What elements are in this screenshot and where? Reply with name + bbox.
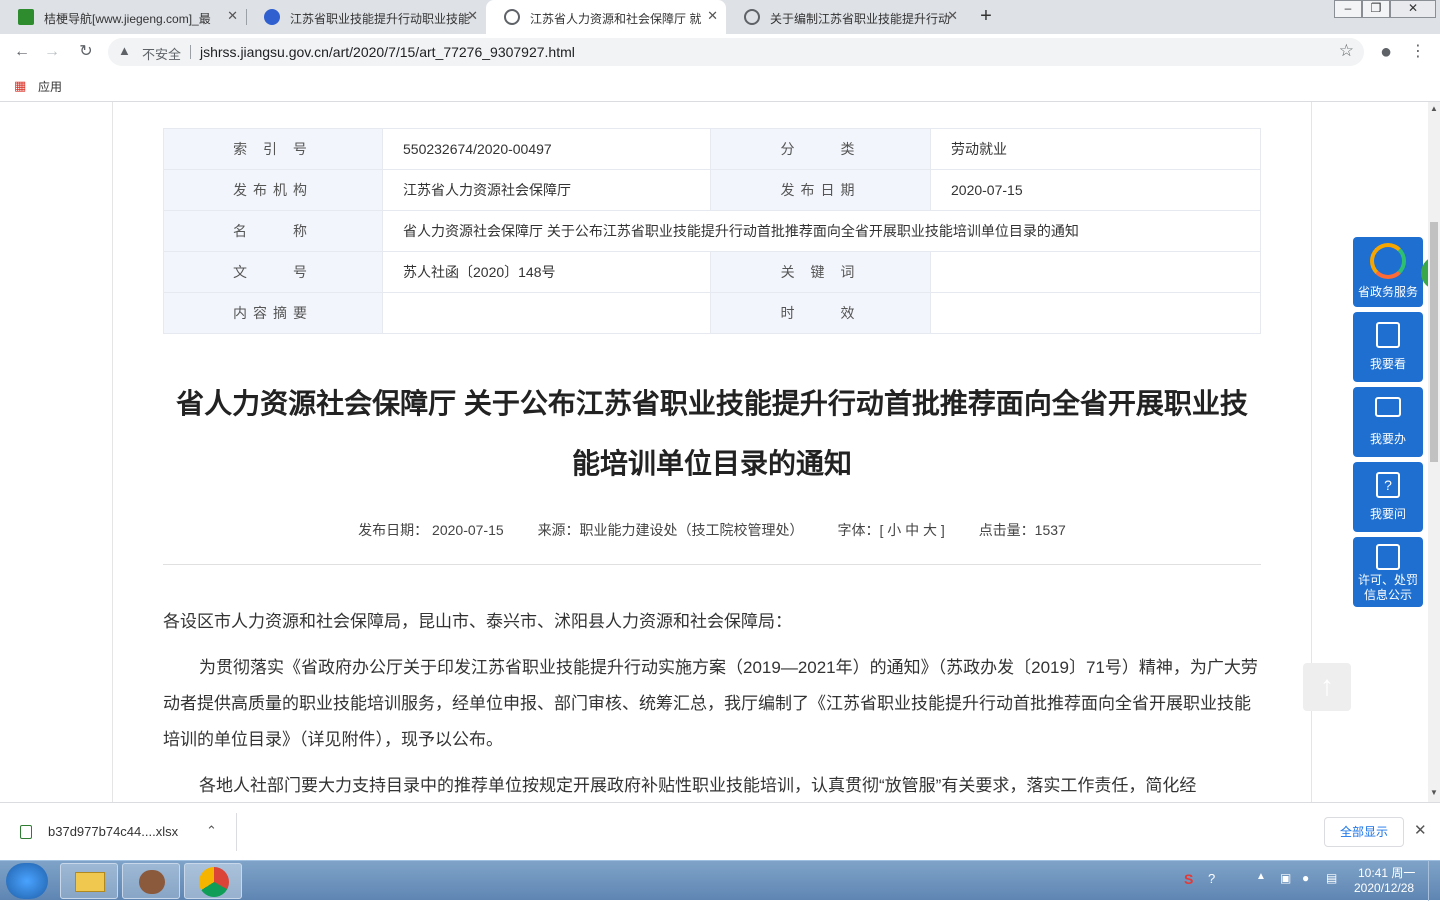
paw-favicon-icon [264,9,280,25]
minimize-button[interactable]: – [1334,0,1362,18]
address-bar[interactable]: ▲ 不安全 jshrss.jiangsu.gov.cn/art/2020/7/1… [108,38,1364,66]
folder-icon [75,872,105,892]
clock-time[interactable]: 10:41 周一 [1358,864,1415,881]
bookmark-star-icon[interactable]: ☆ [1339,41,1354,61]
warning-icon: ▲ [118,43,131,58]
insecure-label: 不安全 [142,47,182,62]
tab-jiegeng[interactable]: 桔梗导航[www.jiegeng.com]_最 ✕ [0,0,246,34]
chrome-taskbar-button[interactable] [184,863,242,899]
qq-icon[interactable]: ● [1302,871,1309,885]
chevron-up-icon[interactable]: ⌃ [206,823,217,839]
close-tab-icon[interactable]: ✕ [467,8,478,24]
license-disclosure-button[interactable]: 许可、处罚信息公示 [1353,537,1423,607]
new-tab-button[interactable]: + [972,4,1000,30]
paragraph-1: 为贯彻落实《省政府办公厅关于印发江苏省职业技能提升行动实施方案（2019—202… [163,658,1258,749]
tab-strip: 桔梗导航[www.jiegeng.com]_最 ✕ 江苏省职业技能提升行动职业技… [0,0,1440,34]
view-button[interactable]: 我要看 [1353,312,1423,382]
show-all-button[interactable]: 全部显示 [1324,817,1404,847]
article-info: 发布日期： 2020-07-15 来源：职业能力建设处（技工院校管理处） 字体：… [163,520,1261,540]
chrome-icon [199,867,229,897]
reload-button[interactable]: ↻ [74,40,98,64]
excel-file-icon [20,825,32,839]
show-desktop-button[interactable] [1428,861,1440,901]
help-icon[interactable]: ? [1208,871,1215,886]
tab-compile-notice[interactable]: 关于编制江苏省职业技能提升行动 ✕ [726,0,966,34]
sogou-ime-icon[interactable]: S [1184,871,1193,887]
app-taskbar-button[interactable] [122,863,180,899]
back-button[interactable]: ← [10,40,34,64]
maximize-button[interactable]: ❐ [1362,0,1390,18]
publish-date: 发布日期： 2020-07-15 [358,522,504,538]
tray-icon[interactable]: ▣ [1280,871,1291,885]
table-row: 发布机构 江苏省人力资源社会保障厅 发布日期 2020-07-15 [163,169,1261,211]
salutation: 各设区市人力资源和社会保障局，昆山市、泰兴市、沭阳县人力资源和社会保障局： [163,612,792,631]
apps-grid-icon[interactable]: ▦ [14,78,26,94]
download-bar: b37d977b74c44....xlsx ⌃ 全部显示 ✕ [0,802,1440,860]
tab-jiangsu-skills[interactable]: 江苏省职业技能提升行动职业技能 ✕ [246,0,486,34]
forward-button[interactable]: → [40,40,64,64]
close-tab-icon[interactable]: ✕ [227,8,238,24]
question-icon: ? [1376,472,1400,498]
table-row: 名 称 省人力资源社会保障厅 关于公布江苏省职业技能提升行动首批推荐面向全省开展… [163,210,1261,252]
divider [163,564,1261,565]
app-icon [139,870,165,894]
gov-service-button[interactable]: 省政务服务 [1353,237,1423,307]
handle-button[interactable]: 我要办 [1353,387,1423,457]
font-size-switcher[interactable]: 字体：[ 小 中 大 ] [837,522,944,538]
ask-button[interactable]: ? 我要问 [1353,462,1423,532]
paragraph-2: 各地人社部门要大力支持目录中的推荐单位按规定开展政府补贴性职业技能培训，认真贯彻… [199,776,1197,795]
close-tab-icon[interactable]: ✕ [947,8,958,24]
url-text[interactable]: jshrss.jiangsu.gov.cn/art/2020/7/15/art_… [200,44,575,60]
article-source: 来源：职业能力建设处（技工院校管理处） [537,522,804,538]
close-tab-icon[interactable]: ✕ [707,8,718,24]
monitor-icon [1375,397,1401,417]
globe-favicon-icon [744,9,760,25]
menu-icon[interactable]: ⋮ [1406,40,1430,64]
download-filename[interactable]: b37d977b74c44....xlsx [48,824,178,839]
scrollbar-thumb[interactable] [1430,222,1438,462]
globe-favicon-icon [504,9,520,25]
scroll-up-icon[interactable]: ▲ [1430,104,1438,113]
view-count: 点击量：1537 [978,522,1066,538]
table-row: 索 引 号 550232674/2020-00497 分 类 劳动就业 [163,128,1261,170]
tab-active-hrss[interactable]: 江苏省人力资源和社会保障厅 就 ✕ [486,0,726,34]
list-icon [1376,544,1400,570]
gov-service-icon [1370,243,1406,279]
network-icon[interactable]: ▤ [1326,871,1337,885]
start-button[interactable] [6,863,48,899]
page-viewport: 索 引 号 550232674/2020-00497 分 类 劳动就业 发布机构… [0,102,1428,802]
jiegeng-favicon-icon [18,9,34,25]
table-row: 内容摘要 时 效 [163,292,1261,334]
profile-icon[interactable]: ● [1374,40,1398,64]
apps-shortcut[interactable]: 应用 [38,78,62,95]
scroll-down-icon[interactable]: ▼ [1430,788,1438,797]
article-title: 省人力资源社会保障厅 关于公布江苏省职业技能提升行动首批推荐面向全省开展职业技能… [176,388,1248,479]
book-icon [1376,322,1400,348]
bookmarks-bar: ▦ 应用 [0,70,1440,102]
explorer-taskbar-button[interactable] [60,863,118,899]
back-to-top-button[interactable]: ↑ [1303,663,1351,711]
table-row: 文 号 苏人社函〔2020〕148号 关 键 词 [163,251,1261,293]
clock-date[interactable]: 2020/12/28 [1354,881,1414,895]
taskbar: S ? ▲ ▣ ● ▤ 10:41 周一 2020/12/28 [0,860,1440,901]
window-close-button[interactable]: ✕ [1390,0,1436,18]
close-download-bar-icon[interactable]: ✕ [1414,821,1427,839]
arrow-up-icon: ↑ [1320,670,1334,701]
document-info-table: 索 引 号 550232674/2020-00497 分 类 劳动就业 发布机构… [163,128,1261,334]
tray-expand-icon[interactable]: ▲ [1256,871,1266,882]
